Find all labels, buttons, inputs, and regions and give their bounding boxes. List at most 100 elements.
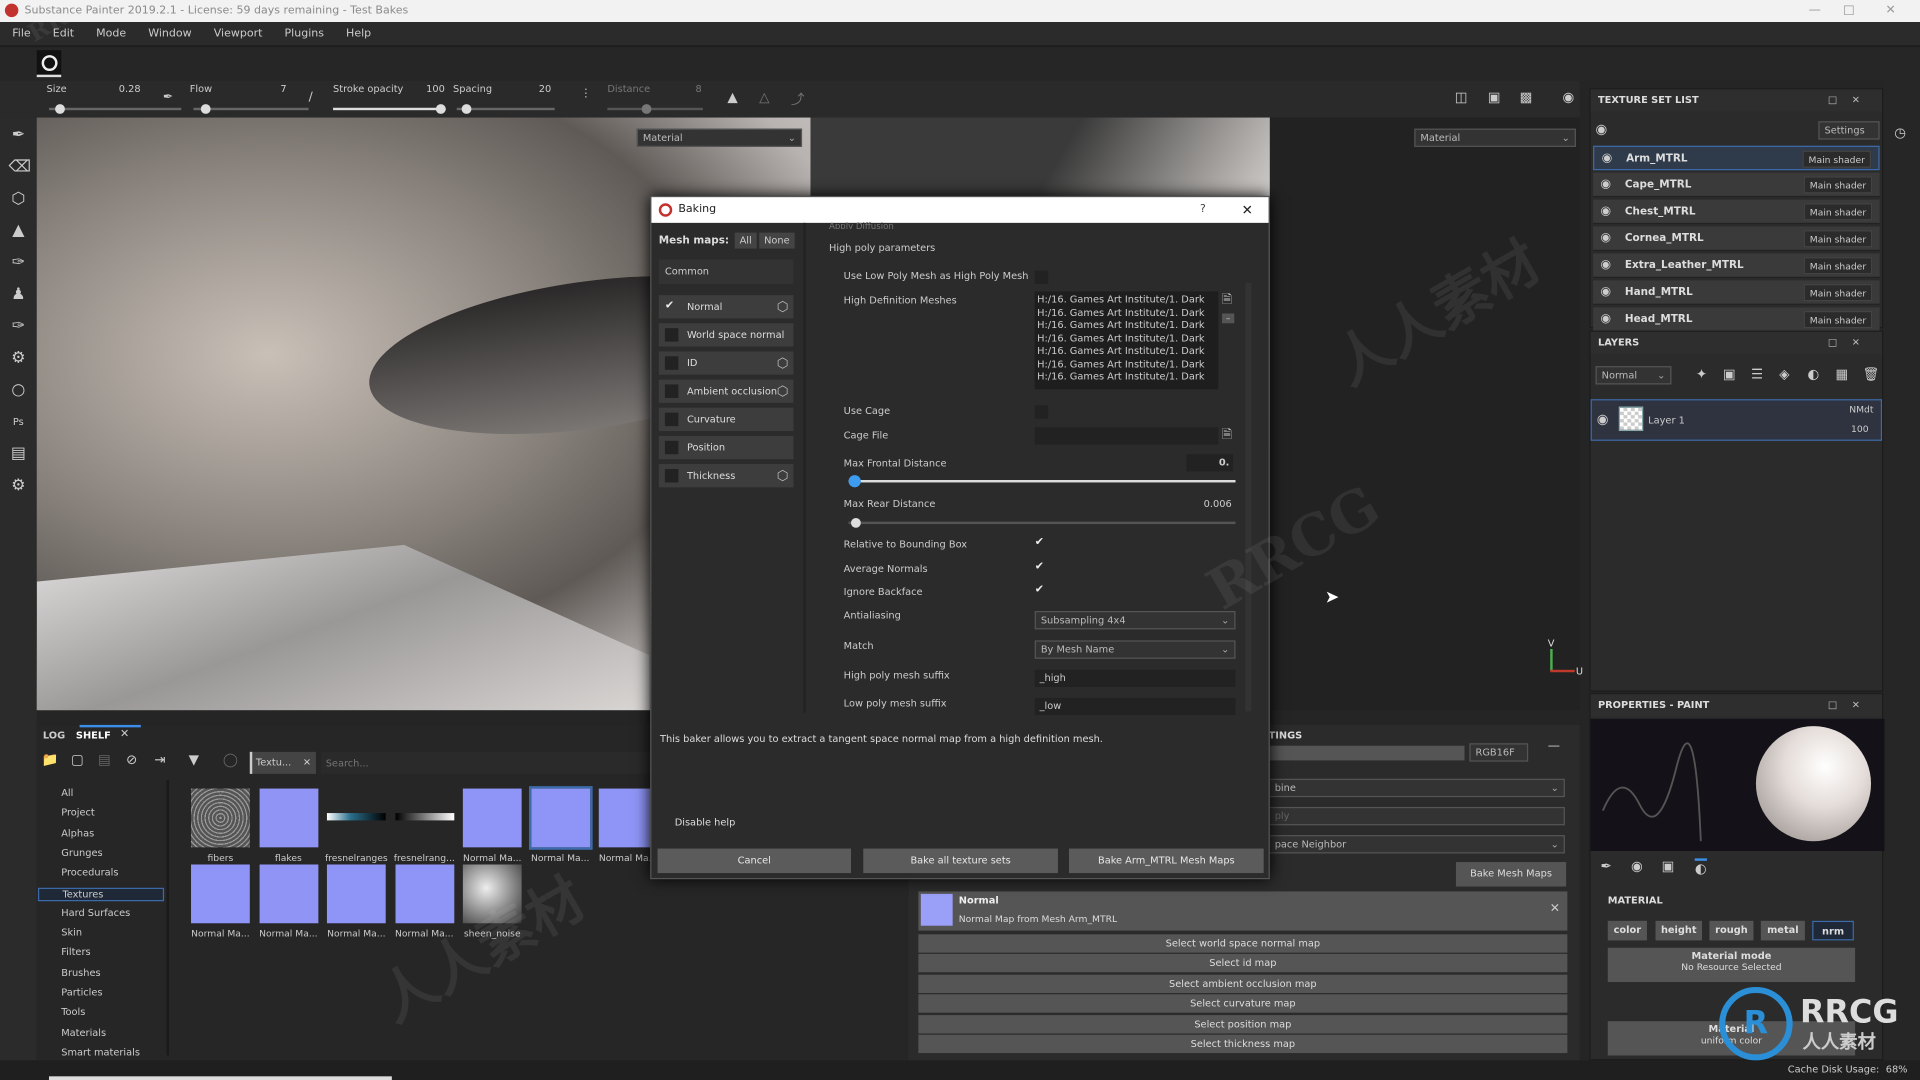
alpha-tab-icon[interactable]: ◉ bbox=[1631, 858, 1643, 874]
shelf-category-item[interactable]: Skin bbox=[61, 927, 82, 938]
select-map-button[interactable]: Select world space normal map bbox=[918, 934, 1568, 953]
mesh-map-item[interactable]: Thickness ⬡ bbox=[658, 464, 794, 488]
hd-mesh-path[interactable]: H:/16. Games Art Institute/1. Dark bbox=[1037, 345, 1216, 358]
reset-filter-icon[interactable]: ◯ bbox=[223, 752, 238, 768]
distance-slider[interactable] bbox=[607, 104, 703, 114]
screenshot-icon[interactable]: ◉ bbox=[1562, 89, 1574, 105]
add-smart-material-icon[interactable]: ◐ bbox=[1807, 366, 1819, 382]
color-picker-icon[interactable]: ✑ bbox=[9, 316, 29, 337]
shelf-category-item[interactable]: Brushes bbox=[61, 967, 100, 978]
brush-tab-icon[interactable]: ✒ bbox=[1600, 858, 1611, 874]
shelf-thumbnail[interactable] bbox=[258, 788, 318, 848]
hide-icon[interactable]: ⊘ bbox=[126, 752, 137, 768]
mesh-map-checkbox[interactable] bbox=[664, 356, 679, 370]
select-all-button[interactable]: All bbox=[734, 232, 757, 249]
max-rear-slider[interactable] bbox=[848, 517, 1236, 528]
mesh-map-item[interactable]: Curvature bbox=[658, 407, 794, 432]
size-value[interactable]: 0.28 bbox=[119, 83, 141, 94]
menu-viewport[interactable]: Viewport bbox=[214, 22, 263, 45]
use-low-as-high-checkbox[interactable] bbox=[1034, 270, 1049, 285]
shelf-category-item[interactable]: Particles bbox=[61, 987, 102, 998]
shelf-category-item[interactable]: Procedurals bbox=[61, 867, 118, 878]
mesh-map-item[interactable]: World space normal bbox=[658, 323, 794, 347]
close-dialog-button[interactable]: ✕ bbox=[1242, 197, 1253, 223]
size-slider-knob[interactable] bbox=[55, 104, 65, 114]
photoshop-export-icon[interactable]: Ps bbox=[9, 411, 29, 432]
close-panel-icon[interactable]: ✕ bbox=[1852, 337, 1875, 348]
eye-icon[interactable]: ◉ bbox=[1600, 200, 1611, 224]
bake-mesh-maps-button[interactable]: Bake Mesh Maps bbox=[1455, 862, 1567, 887]
hd-mesh-path[interactable]: H:/16. Games Art Institute/1. Dark bbox=[1037, 320, 1216, 333]
shelf-category-item[interactable]: All bbox=[61, 787, 73, 798]
menu-file[interactable]: File bbox=[12, 22, 30, 45]
channel-metal-button[interactable]: metal bbox=[1760, 920, 1805, 941]
select-map-button[interactable]: Select id map bbox=[918, 954, 1568, 973]
texture-set-row[interactable]: ◉ Chest_MTRL Main shader bbox=[1593, 199, 1880, 225]
close-window-button[interactable]: ✕ bbox=[1873, 0, 1907, 22]
gear-icon[interactable]: ⬡ bbox=[777, 295, 789, 318]
average-normals-checkbox[interactable]: ✔ bbox=[1035, 561, 1044, 573]
bake-current-texture-set-button[interactable]: Bake Arm_MTRL Mesh Maps bbox=[1068, 848, 1264, 874]
stencil-tab-icon[interactable]: ▣ bbox=[1662, 858, 1675, 874]
ignore-backface-checkbox[interactable]: ✔ bbox=[1035, 584, 1044, 596]
close-shelf-icon[interactable]: ✕ bbox=[120, 729, 129, 741]
stroke-opacity-slider[interactable] bbox=[333, 104, 446, 114]
tab-log[interactable]: LOG bbox=[43, 730, 65, 741]
smudge-icon[interactable]: ✑ bbox=[9, 252, 29, 273]
paint-brush-icon[interactable]: ✒ bbox=[9, 125, 29, 146]
shelf-category-item[interactable]: Grunges bbox=[61, 847, 102, 858]
channel-color-button[interactable]: color bbox=[1607, 920, 1647, 941]
high-suffix-input[interactable]: _high bbox=[1034, 669, 1236, 687]
shelf-thumbnail[interactable] bbox=[462, 864, 522, 924]
flow-slider-knob[interactable] bbox=[200, 104, 211, 114]
spacing-value[interactable]: 20 bbox=[539, 83, 551, 94]
shader-dropdown[interactable]: Main shader bbox=[1803, 284, 1873, 302]
shelf-thumbnail[interactable] bbox=[191, 864, 250, 924]
layer-opacity[interactable]: 100 bbox=[1851, 424, 1869, 435]
low-suffix-input[interactable]: _low bbox=[1034, 697, 1236, 716]
stroke-opacity-value[interactable]: 100 bbox=[426, 83, 445, 94]
shelf-thumbnail[interactable] bbox=[326, 813, 386, 821]
hd-mesh-path[interactable]: H:/16. Games Art Institute/1. Dark bbox=[1037, 294, 1216, 307]
shelf-thumbnail[interactable] bbox=[326, 864, 386, 924]
hd-mesh-path[interactable]: H:/16. Games Art Institute/1. Dark bbox=[1037, 332, 1216, 345]
cage-file-field[interactable] bbox=[1034, 427, 1219, 445]
filter-icon[interactable]: ▼ bbox=[189, 752, 199, 768]
channel-rough-button[interactable]: rough bbox=[1709, 920, 1754, 941]
channel-height-button[interactable]: height bbox=[1655, 920, 1703, 941]
delete-layer-icon[interactable]: 🗑 bbox=[1862, 366, 1879, 382]
shader-dropdown[interactable]: Main shader bbox=[1803, 176, 1873, 194]
menu-plugins[interactable]: Plugins bbox=[285, 22, 324, 45]
gear-icon[interactable]: ⬡ bbox=[777, 351, 789, 374]
new-item-icon[interactable]: ▢ bbox=[71, 752, 84, 768]
shelf-thumbnail[interactable] bbox=[394, 864, 454, 924]
layer-name[interactable]: Layer 1 bbox=[1648, 415, 1685, 426]
clone-stamp-icon[interactable]: ♟ bbox=[9, 284, 29, 305]
texture-set-row[interactable]: ◉ Head_MTRL Main shader bbox=[1593, 307, 1880, 332]
output-size-slider[interactable] bbox=[1268, 745, 1465, 761]
mesh-map-checkbox[interactable] bbox=[664, 384, 679, 398]
shelf-category-item[interactable]: Filters bbox=[61, 947, 90, 958]
float-panel-icon[interactable]: □ bbox=[1828, 337, 1852, 348]
shelf-category-item[interactable]: Tools bbox=[61, 1007, 85, 1018]
shelf-category-item[interactable]: Hard Surfaces bbox=[61, 907, 130, 918]
shader-dropdown[interactable]: Main shader bbox=[1802, 150, 1872, 168]
settings-icon[interactable]: ⚙ bbox=[9, 475, 29, 496]
save-icon[interactable]: ▤ bbox=[98, 752, 111, 768]
combine-dropdown[interactable]: bine ⌄ bbox=[1268, 778, 1565, 798]
stroke-pressure-icon[interactable]: ∕ bbox=[309, 91, 313, 104]
add-layer-icon[interactable]: ☰ bbox=[1751, 366, 1763, 382]
material-tab-icon[interactable]: ◐ bbox=[1694, 858, 1707, 877]
texture-set-row[interactable]: ◉ Arm_MTRL Main shader bbox=[1593, 145, 1880, 171]
shelf-thumbnail[interactable] bbox=[462, 788, 522, 848]
bake-settings-icon[interactable]: ⚙ bbox=[9, 348, 29, 369]
hd-mesh-path[interactable]: H:/16. Games Art Institute/1. Dark bbox=[1037, 307, 1216, 320]
pen-pressure-icon[interactable]: ✒ bbox=[163, 91, 173, 104]
menu-edit[interactable]: Edit bbox=[53, 22, 74, 45]
shelf-thumbnail[interactable] bbox=[191, 788, 250, 848]
settings-scrollbar[interactable] bbox=[1245, 282, 1252, 712]
size-slider[interactable] bbox=[48, 104, 182, 114]
max-frontal-input[interactable]: 0. bbox=[1186, 454, 1234, 472]
max-frontal-knob[interactable] bbox=[848, 475, 861, 488]
viewport-2d-channel-dropdown[interactable]: Material ⌄ bbox=[1414, 128, 1576, 147]
